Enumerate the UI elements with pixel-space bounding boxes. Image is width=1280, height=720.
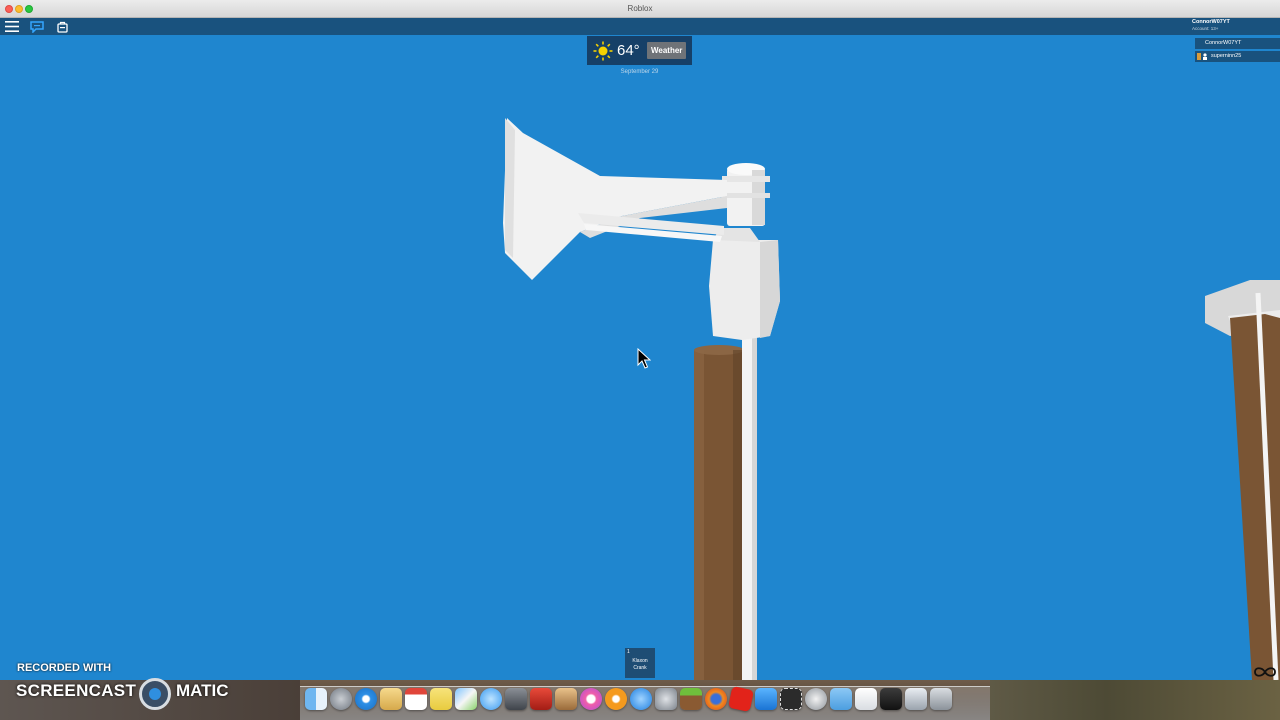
firefox-icon[interactable]	[705, 688, 727, 710]
infinity-icon	[1254, 667, 1276, 677]
disk-utility-icon[interactable]	[805, 688, 827, 710]
account-age-label: Account: 13+	[1192, 26, 1219, 31]
trash-icon[interactable]	[930, 688, 952, 710]
slot-number: 1	[627, 649, 630, 655]
folder-icon[interactable]	[830, 688, 852, 710]
account-name: ConnorW07YT	[1192, 19, 1230, 25]
terminal-icon[interactable]	[880, 688, 902, 710]
desktop-wallpaper-left	[0, 680, 300, 720]
books-icon[interactable]	[530, 688, 552, 710]
temperature-value: 64°	[617, 42, 640, 59]
player-name: superninn25	[1211, 53, 1242, 59]
wooden-pole	[694, 345, 744, 680]
document-icon[interactable]	[855, 688, 877, 710]
player-row[interactable]: superninn25	[1195, 51, 1280, 62]
siren-housing	[709, 228, 780, 340]
preview-icon[interactable]	[380, 688, 402, 710]
xcode-icon[interactable]	[755, 688, 777, 710]
slot-label-line2: Crank	[633, 665, 647, 671]
minecraft-icon[interactable]	[680, 688, 702, 710]
facetime-icon[interactable]	[505, 688, 527, 710]
app-store-icon[interactable]	[630, 688, 652, 710]
roblox-topbar: ConnorW07YT Account: 13+	[0, 18, 1280, 35]
friend-icon	[1203, 53, 1207, 60]
window-titlebar: Roblox	[0, 0, 1280, 18]
siren-mast-pipe	[742, 318, 757, 680]
ibooks-icon[interactable]	[605, 688, 627, 710]
date-label: September 29	[620, 69, 659, 75]
game-viewport[interactable]: ConnorW07YT Account: 13+ ConnorW07YT sup…	[0, 18, 1280, 680]
launchpad-icon[interactable]	[330, 688, 352, 710]
notes-icon[interactable]	[430, 688, 452, 710]
weather-widget: 64° Weather	[587, 36, 692, 65]
distant-siren-pole	[1205, 280, 1280, 680]
itunes-icon[interactable]	[580, 688, 602, 710]
account-info: ConnorW07YT Account: 13+	[1192, 19, 1262, 33]
system-preferences-icon[interactable]	[655, 688, 677, 710]
dock-icons	[305, 684, 952, 714]
sun-icon	[593, 41, 613, 60]
window-title: Roblox	[627, 4, 653, 13]
hotbar-slot-klaxon-crank[interactable]: 1 Klaxon Crank	[625, 648, 655, 678]
membership-badge-icon	[1197, 53, 1201, 60]
macos-dock-area	[0, 680, 1280, 720]
player-row[interactable]: ConnorW07YT	[1195, 38, 1280, 49]
calendar-icon[interactable]	[405, 688, 427, 710]
image-capture-icon[interactable]	[555, 688, 577, 710]
messages-icon[interactable]	[480, 688, 502, 710]
menu-icon[interactable]	[4, 19, 20, 34]
desktop-wallpaper-right	[990, 680, 1280, 720]
safari-icon[interactable]	[355, 688, 377, 710]
slot-label: Klaxon Crank	[625, 658, 655, 672]
player-name: ConnorW07YT	[1205, 40, 1242, 46]
roblox-icon[interactable]	[727, 685, 755, 713]
bluetooth-icon[interactable]	[905, 688, 927, 710]
siren-horn	[503, 118, 727, 280]
mouse-cursor-icon	[637, 348, 651, 369]
weather-button[interactable]: Weather	[647, 42, 687, 59]
screenshot-icon[interactable]	[780, 688, 802, 710]
finder-icon[interactable]	[305, 688, 327, 710]
backpack-icon[interactable]	[54, 19, 70, 34]
slot-label-line1: Klaxon	[632, 658, 648, 664]
chat-icon[interactable]	[29, 19, 45, 34]
player-list: ConnorW07YT superninn25	[1195, 38, 1280, 64]
siren-rotor-head	[722, 163, 770, 226]
photos-icon[interactable]	[455, 688, 477, 710]
